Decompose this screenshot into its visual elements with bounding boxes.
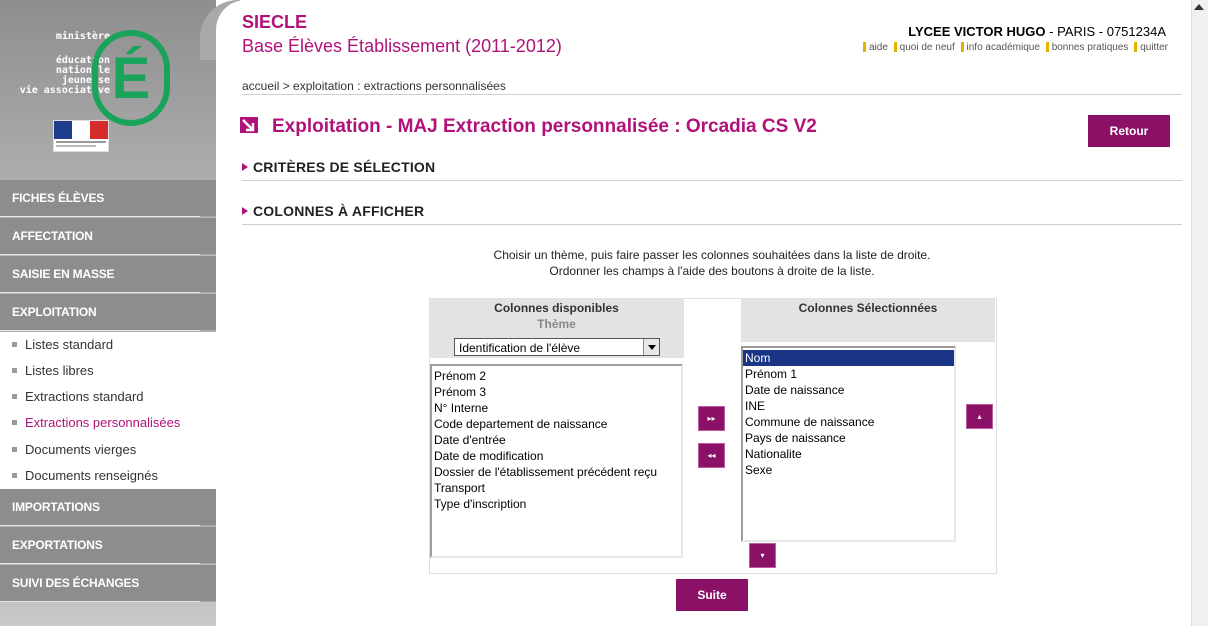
separator [1134, 42, 1138, 53]
nav-importations[interactable]: IMPORTATIONS [0, 489, 216, 526]
available-columns-list[interactable]: Prénom 2 Prénom 3 N° Interne Code depart… [430, 364, 683, 558]
list-item[interactable]: Sexe [743, 462, 954, 478]
list-item[interactable]: Dossier de l'établissement précédent reç… [432, 464, 681, 480]
submenu-extractions-personnalisees[interactable]: Extractions personnalisées [12, 415, 180, 431]
ministry-logo[interactable]: ministère éducation nationale jeunesse v… [0, 0, 216, 180]
nav-saisie-en-masse[interactable]: SAISIE EN MASSE [0, 256, 216, 293]
breadcrumb[interactable]: accueil > exploitation : extractions per… [242, 79, 506, 93]
retour-button[interactable]: Retour [1088, 115, 1170, 147]
suite-button[interactable]: Suite [676, 579, 748, 611]
submenu-documents-renseignes[interactable]: Documents renseignés [12, 468, 158, 484]
available-columns-title: Colonnes disponibles [494, 301, 619, 315]
submenu-label: Documents renseignés [25, 468, 158, 483]
bullet-icon [12, 420, 17, 426]
app-name: SIECLE [242, 12, 308, 32]
vertical-scrollbar[interactable] [1191, 0, 1208, 626]
section-colonnes-label: COLONNES À AFFICHER [253, 203, 425, 219]
list-item[interactable]: Nationalite [743, 446, 954, 462]
list-item[interactable]: N° Interne [432, 400, 681, 416]
bullet-icon [12, 447, 17, 453]
bullet-icon [12, 342, 17, 348]
submenu-label: Extractions standard [25, 389, 144, 404]
theme-select-value: Identification de l'élève [459, 341, 581, 355]
selected-columns-list[interactable]: Nom Prénom 1 Date de naissance INE Commu… [741, 346, 956, 542]
link-bonnes-pratiques[interactable]: bonnes pratiques [1052, 42, 1129, 53]
divider [242, 94, 1182, 95]
list-item[interactable]: Date de modification [432, 448, 681, 464]
separator [960, 42, 964, 53]
submenu-documents-vierges[interactable]: Documents vierges [12, 442, 136, 458]
scroll-up-icon[interactable] [1194, 4, 1204, 10]
app-subtitle: Base Élèves Établissement (2011-2012) [242, 36, 562, 56]
list-item[interactable]: Prénom 3 [432, 384, 681, 400]
list-item[interactable]: Type d'inscription [432, 496, 681, 512]
separator [862, 42, 866, 53]
section-criteres-label: CRITÈRES DE SÉLECTION [253, 159, 436, 175]
bullet-icon [12, 473, 17, 479]
list-item[interactable]: Date d'entrée [432, 432, 681, 448]
submenu-label: Listes standard [25, 337, 114, 352]
list-item[interactable]: Transport [432, 480, 681, 496]
section-colonnes[interactable]: COLONNES À AFFICHER [242, 203, 424, 219]
republique-francaise-logo [53, 120, 109, 152]
list-item[interactable]: Prénom 1 [743, 366, 954, 382]
link-quitter[interactable]: quitter [1140, 42, 1168, 53]
submenu-label: Listes libres [25, 363, 94, 378]
bullet-icon [12, 394, 17, 400]
list-item[interactable]: Prénom 2 [432, 368, 681, 384]
move-up-button[interactable]: ▴ [966, 404, 993, 429]
page-title: Exploitation - MAJ Extraction personnali… [272, 116, 817, 137]
exploitation-submenu: Listes standard Listes libres Extraction… [0, 332, 216, 489]
list-item[interactable]: Commune de naissance [743, 414, 954, 430]
list-item-selected[interactable]: Nom [743, 350, 954, 366]
list-item[interactable]: Date de naissance [743, 382, 954, 398]
list-item[interactable]: Pays de naissance [743, 430, 954, 446]
divider [242, 180, 1182, 181]
link-quoi-de-neuf[interactable]: quoi de neuf [900, 42, 955, 53]
instruction-line-2: Ordonner les champs à l'aide des boutons… [549, 264, 875, 278]
theme-label: Thème [537, 317, 576, 331]
sidebar: ministère éducation nationale jeunesse v… [0, 0, 216, 626]
submenu-label: Extractions personnalisées [25, 415, 181, 430]
arrow-down-right-icon [240, 117, 258, 133]
school-code: 0751234A [1106, 24, 1166, 39]
nav-suivi-des-echanges[interactable]: SUIVI DES ÉCHANGES [0, 565, 216, 602]
education-e-logo: É [92, 30, 170, 126]
selected-columns-title: Colonnes Sélectionnées [798, 301, 938, 315]
separator [1045, 42, 1049, 53]
link-info-academique[interactable]: info académique [967, 42, 1040, 53]
top-links: aide quoi de neuf info académique bonnes… [860, 42, 1168, 53]
theme-select[interactable]: Identification de l'élève [454, 338, 660, 356]
ministry-line: ministère [55, 31, 110, 42]
submenu-listes-standard[interactable]: Listes standard [12, 337, 113, 353]
bullet-icon [12, 368, 17, 374]
triangle-right-icon [242, 163, 248, 172]
section-criteres[interactable]: CRITÈRES DE SÉLECTION [242, 159, 435, 175]
chevron-down-icon[interactable] [643, 339, 659, 355]
selected-columns-header: Colonnes Sélectionnées [741, 298, 995, 342]
instruction-line-1: Choisir un thème, puis faire passer les … [493, 248, 931, 262]
submenu-extractions-standard[interactable]: Extractions standard [12, 389, 144, 405]
nav-exportations[interactable]: EXPORTATIONS [0, 527, 216, 564]
nav-fiches-eleves[interactable]: FICHES ÉLÈVES [0, 180, 216, 217]
school-name: LYCEE VICTOR HUGO [908, 24, 1046, 39]
add-column-button[interactable]: ▸▸ [698, 406, 725, 431]
nav-exploitation[interactable]: EXPLOITATION [0, 294, 216, 331]
submenu-listes-libres[interactable]: Listes libres [12, 363, 94, 379]
remove-column-button[interactable]: ◂◂ [698, 443, 725, 468]
list-item[interactable]: Code departement de naissance [432, 416, 681, 432]
divider [242, 224, 1182, 225]
triangle-right-icon [242, 207, 248, 216]
list-item[interactable]: INE [743, 398, 954, 414]
move-down-button[interactable]: ▾ [749, 543, 776, 568]
nav-affectation[interactable]: AFFECTATION [0, 218, 216, 255]
separator [893, 42, 897, 53]
link-aide[interactable]: aide [869, 42, 888, 53]
school-city: PARIS [1057, 24, 1096, 39]
submenu-label: Documents vierges [25, 442, 137, 457]
school-info: LYCEE VICTOR HUGO - PARIS - 0751234A [908, 24, 1166, 39]
